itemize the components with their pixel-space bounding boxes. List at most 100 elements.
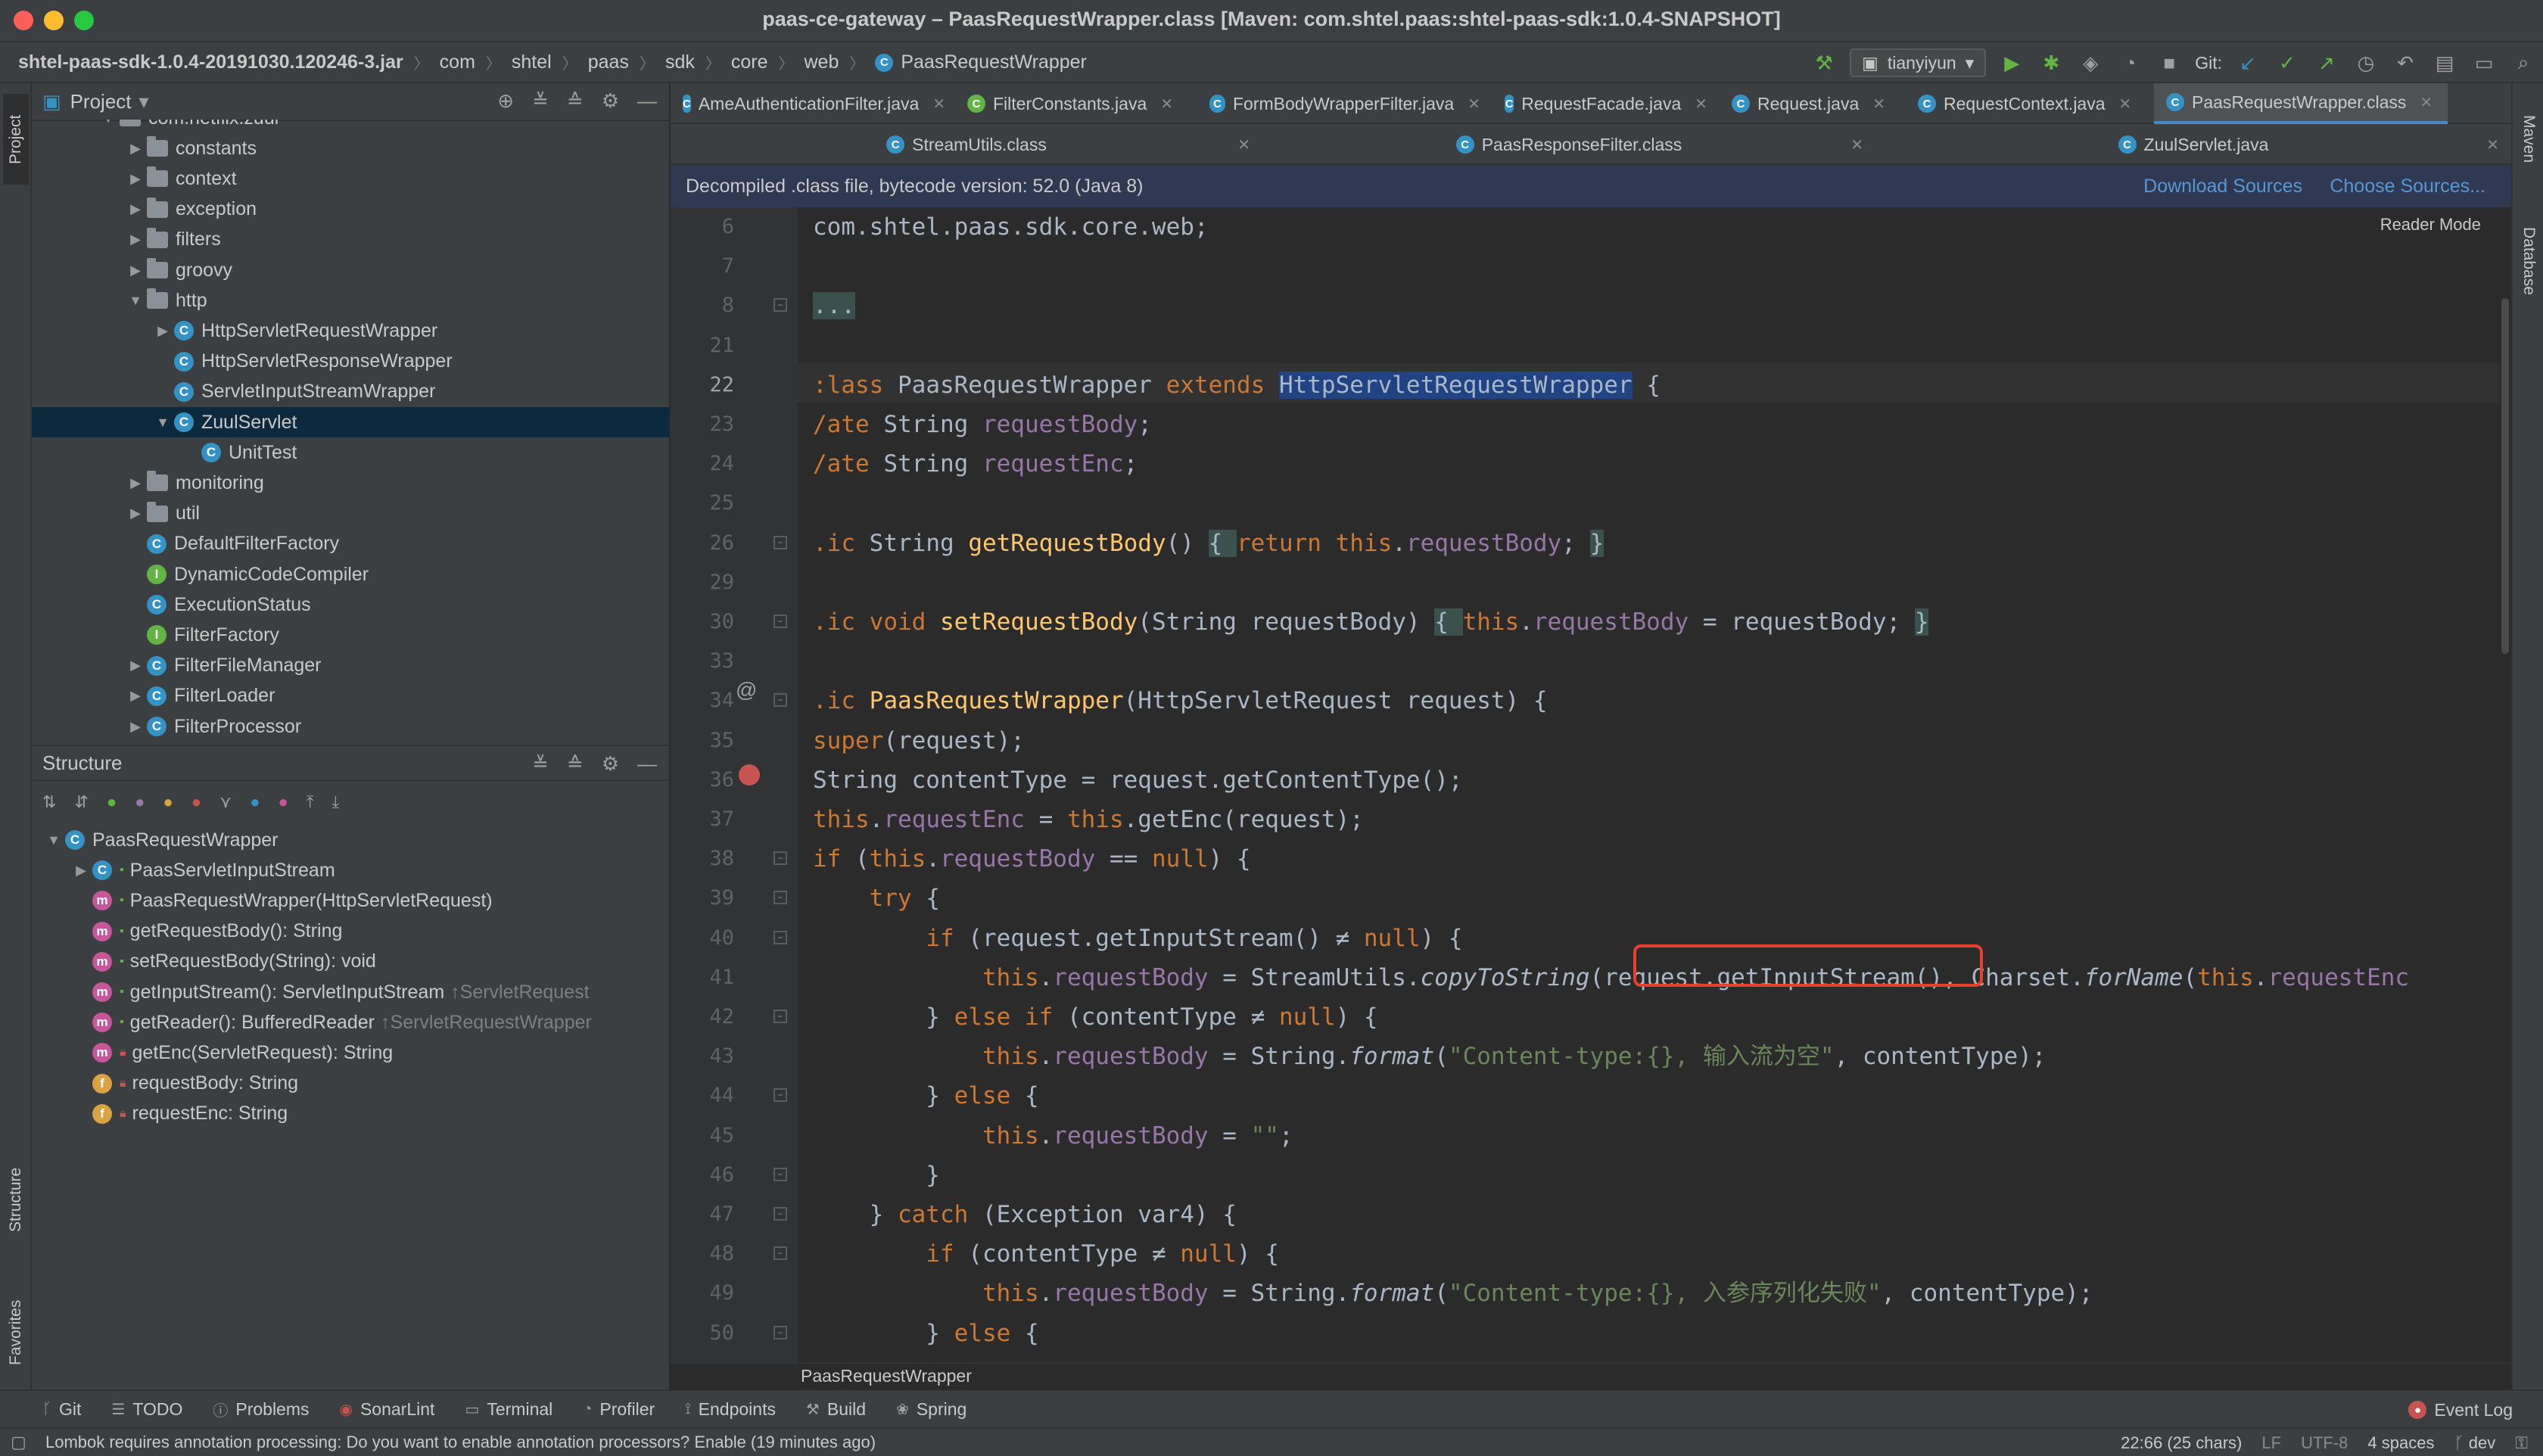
chevron-right-icon[interactable]: ▶ (124, 688, 147, 704)
show-non-public-icon[interactable]: ● (191, 792, 201, 812)
project-tool-tab[interactable]: Project (3, 94, 29, 185)
fold-marker-icon[interactable]: − (773, 614, 787, 628)
history-icon[interactable]: ◷ (2352, 49, 2380, 76)
code-line[interactable]: try { (798, 879, 2502, 918)
project-structure-icon[interactable]: ▤ (2431, 49, 2458, 76)
chevron-down-icon[interactable]: ▼ (42, 832, 65, 848)
close-tab-icon[interactable]: ✕ (932, 95, 945, 114)
fold-marker-icon[interactable]: − (773, 1167, 787, 1181)
show-anonymous-icon[interactable]: ● (250, 792, 260, 812)
editor-tab[interactable]: C FormBodyWrapperFilter.java ✕ (1197, 83, 1492, 124)
tree-folder[interactable]: ▼ http (32, 285, 669, 316)
editor-scrollbar[interactable] (2499, 207, 2511, 1370)
fold-marker-icon[interactable]: − (773, 298, 787, 313)
git-push-icon[interactable]: ↗ (2313, 49, 2340, 76)
download-sources-link[interactable]: Download Sources (2143, 176, 2302, 198)
bottom-tool-tab[interactable]: ◔ Profiler (583, 1399, 655, 1420)
show-abstract-icon[interactable]: ● (278, 792, 288, 812)
tree-item[interactable]: m ▪ setRequestBody(String): void (32, 947, 669, 977)
close-tab-icon[interactable]: ✕ (2486, 135, 2499, 154)
tree-item[interactable]: f 🔒︎ requestBody: String (32, 1069, 669, 1099)
lock-icon[interactable]: ⚿ (2515, 1433, 2528, 1453)
show-inherited-icon[interactable]: ● (107, 792, 117, 812)
debug-icon[interactable]: ✱ (2037, 49, 2065, 76)
hide-panel-icon[interactable]: — (637, 89, 657, 113)
fold-marker-icon[interactable]: − (773, 1010, 787, 1023)
code-line[interactable]: this.requestBody = String.format("Conten… (798, 1274, 2502, 1313)
bottom-tool-tab[interactable]: ⚒ Build (806, 1399, 866, 1420)
structure-tool-tab[interactable]: Structure (3, 1143, 29, 1256)
tree-item[interactable]: C ExecutionStatus (32, 590, 669, 620)
fold-marker-icon[interactable]: − (773, 1246, 787, 1261)
breadcrumb-item[interactable]: shtel-paas-sdk-1.0.4-20191030.120246-3.j… (18, 51, 403, 73)
bottom-tool-tab[interactable]: ᚴ Git (42, 1399, 81, 1420)
caret-position[interactable]: 22:66 (25 chars) (2121, 1433, 2242, 1453)
editor-tab[interactable]: C PaasResponseFilter.class ✕ (1262, 124, 1875, 165)
code-line[interactable]: if (contentType ≠ null) { (798, 1234, 2502, 1274)
maven-tool-tab[interactable]: Maven (2516, 94, 2541, 185)
sort-alpha-icon[interactable]: ⇵ (74, 792, 88, 812)
code-line[interactable] (798, 326, 2502, 366)
search-icon[interactable]: ⌕ (2510, 49, 2537, 76)
chevron-right-icon[interactable]: ▶ (124, 201, 147, 217)
bottom-tool-tab[interactable]: ▭ Terminal (465, 1399, 552, 1420)
reader-mode-toggle[interactable]: Reader Mode (2380, 215, 2481, 235)
fold-marker-icon[interactable]: − (773, 693, 787, 708)
profile-icon[interactable]: ◔ (2116, 49, 2143, 76)
bottom-tool-tab[interactable]: ⟟ Endpoints (685, 1399, 776, 1420)
chevron-down-icon[interactable]: ▼ (124, 293, 147, 309)
chevron-right-icon[interactable]: ▶ (70, 863, 92, 879)
chevron-right-icon[interactable]: ▶ (124, 141, 147, 157)
tree-item[interactable]: I DynamicCodeCompiler (32, 559, 669, 590)
tree-folder[interactable]: ▶ groovy (32, 255, 669, 285)
project-panel-title[interactable]: Project (70, 90, 132, 114)
run-configuration-select[interactable]: ▣ tianyiyun ▾ (1850, 48, 1987, 77)
code-line[interactable]: super(request); (798, 721, 2502, 761)
indent-setting[interactable]: 4 spaces (2367, 1433, 2434, 1453)
chevron-right-icon[interactable]: ▶ (151, 323, 174, 339)
tree-folder[interactable]: ▶ context (32, 163, 669, 194)
gear-icon[interactable]: ⚙ (602, 752, 619, 776)
tree-item[interactable]: C DefaultFilterFactory (32, 529, 669, 559)
bottom-tool-tab[interactable]: ❀ Spring (896, 1399, 966, 1420)
breadcrumb-item[interactable]: com (440, 51, 475, 73)
choose-sources-link[interactable]: Choose Sources... (2330, 176, 2485, 198)
chevron-right-icon[interactable]: ▶ (124, 719, 147, 735)
tree-item[interactable]: f 🔒︎ requestEnc: String (32, 1099, 669, 1129)
breakpoint-icon[interactable] (739, 764, 760, 786)
tree-item[interactable]: m 🔒︎ getEnc(ServletRequest): String (32, 1038, 669, 1068)
scrollbar-thumb[interactable] (2501, 298, 2509, 654)
code-line[interactable] (798, 642, 2502, 681)
tree-folder[interactable]: ▶ filters (32, 225, 669, 255)
editor-tab[interactable]: C RequestFacade.java ✕ (1492, 83, 1720, 124)
close-tab-icon[interactable]: ✕ (2119, 95, 2132, 114)
git-branch[interactable]: ᚴ dev (2454, 1433, 2495, 1453)
tree-item[interactable]: C HttpServletResponseWrapper (32, 347, 669, 377)
rollback-icon[interactable]: ↶ (2392, 49, 2419, 76)
tree-folder[interactable]: ▶ exception (32, 194, 669, 225)
tree-item[interactable]: ▼ C PaasRequestWrapper (32, 825, 669, 855)
editor-tab[interactable]: C Request.java ✕ (1720, 83, 1906, 124)
hide-panel-icon[interactable]: — (637, 752, 657, 776)
chevron-right-icon[interactable]: ▶ (124, 658, 147, 674)
tree-item[interactable]: ▶ C FilterProcessor (32, 711, 669, 742)
code-line[interactable]: this.requestBody = String.format("Conten… (798, 1037, 2502, 1076)
editor-tab[interactable]: C PaasRequestWrapper.class ✕ (2154, 83, 2448, 124)
chevron-right-icon[interactable]: ▶ (124, 263, 147, 278)
code-line[interactable]: if (this.requestBody == null) { (798, 839, 2502, 879)
close-tab-icon[interactable]: ✕ (1872, 95, 1885, 114)
code-line[interactable]: .ic PaasRequestWrapper(HttpServletReques… (798, 681, 2502, 720)
tree-folder[interactable]: ▶ util (32, 499, 669, 529)
chevron-right-icon[interactable]: ▶ (124, 171, 147, 187)
collapse-all-icon[interactable]: ≙ (567, 752, 584, 776)
stop-icon[interactable]: ■ (2155, 49, 2183, 76)
tree-item[interactable]: m ▪ getReader(): BufferedReader ↑ServletReq… (32, 1007, 669, 1038)
status-toggle-icon[interactable]: ▢ (11, 1433, 26, 1452)
git-commit-icon[interactable]: ✓ (2274, 49, 2301, 76)
chevron-right-icon[interactable]: ▶ (124, 232, 147, 247)
tree-folder[interactable]: ▶ constants (32, 133, 669, 163)
layout-icon[interactable]: ▭ (2470, 49, 2498, 76)
chevron-down-icon[interactable]: ▾ (139, 90, 149, 114)
close-tab-icon[interactable]: ✕ (1237, 135, 1250, 154)
code-line[interactable] (798, 484, 2502, 523)
